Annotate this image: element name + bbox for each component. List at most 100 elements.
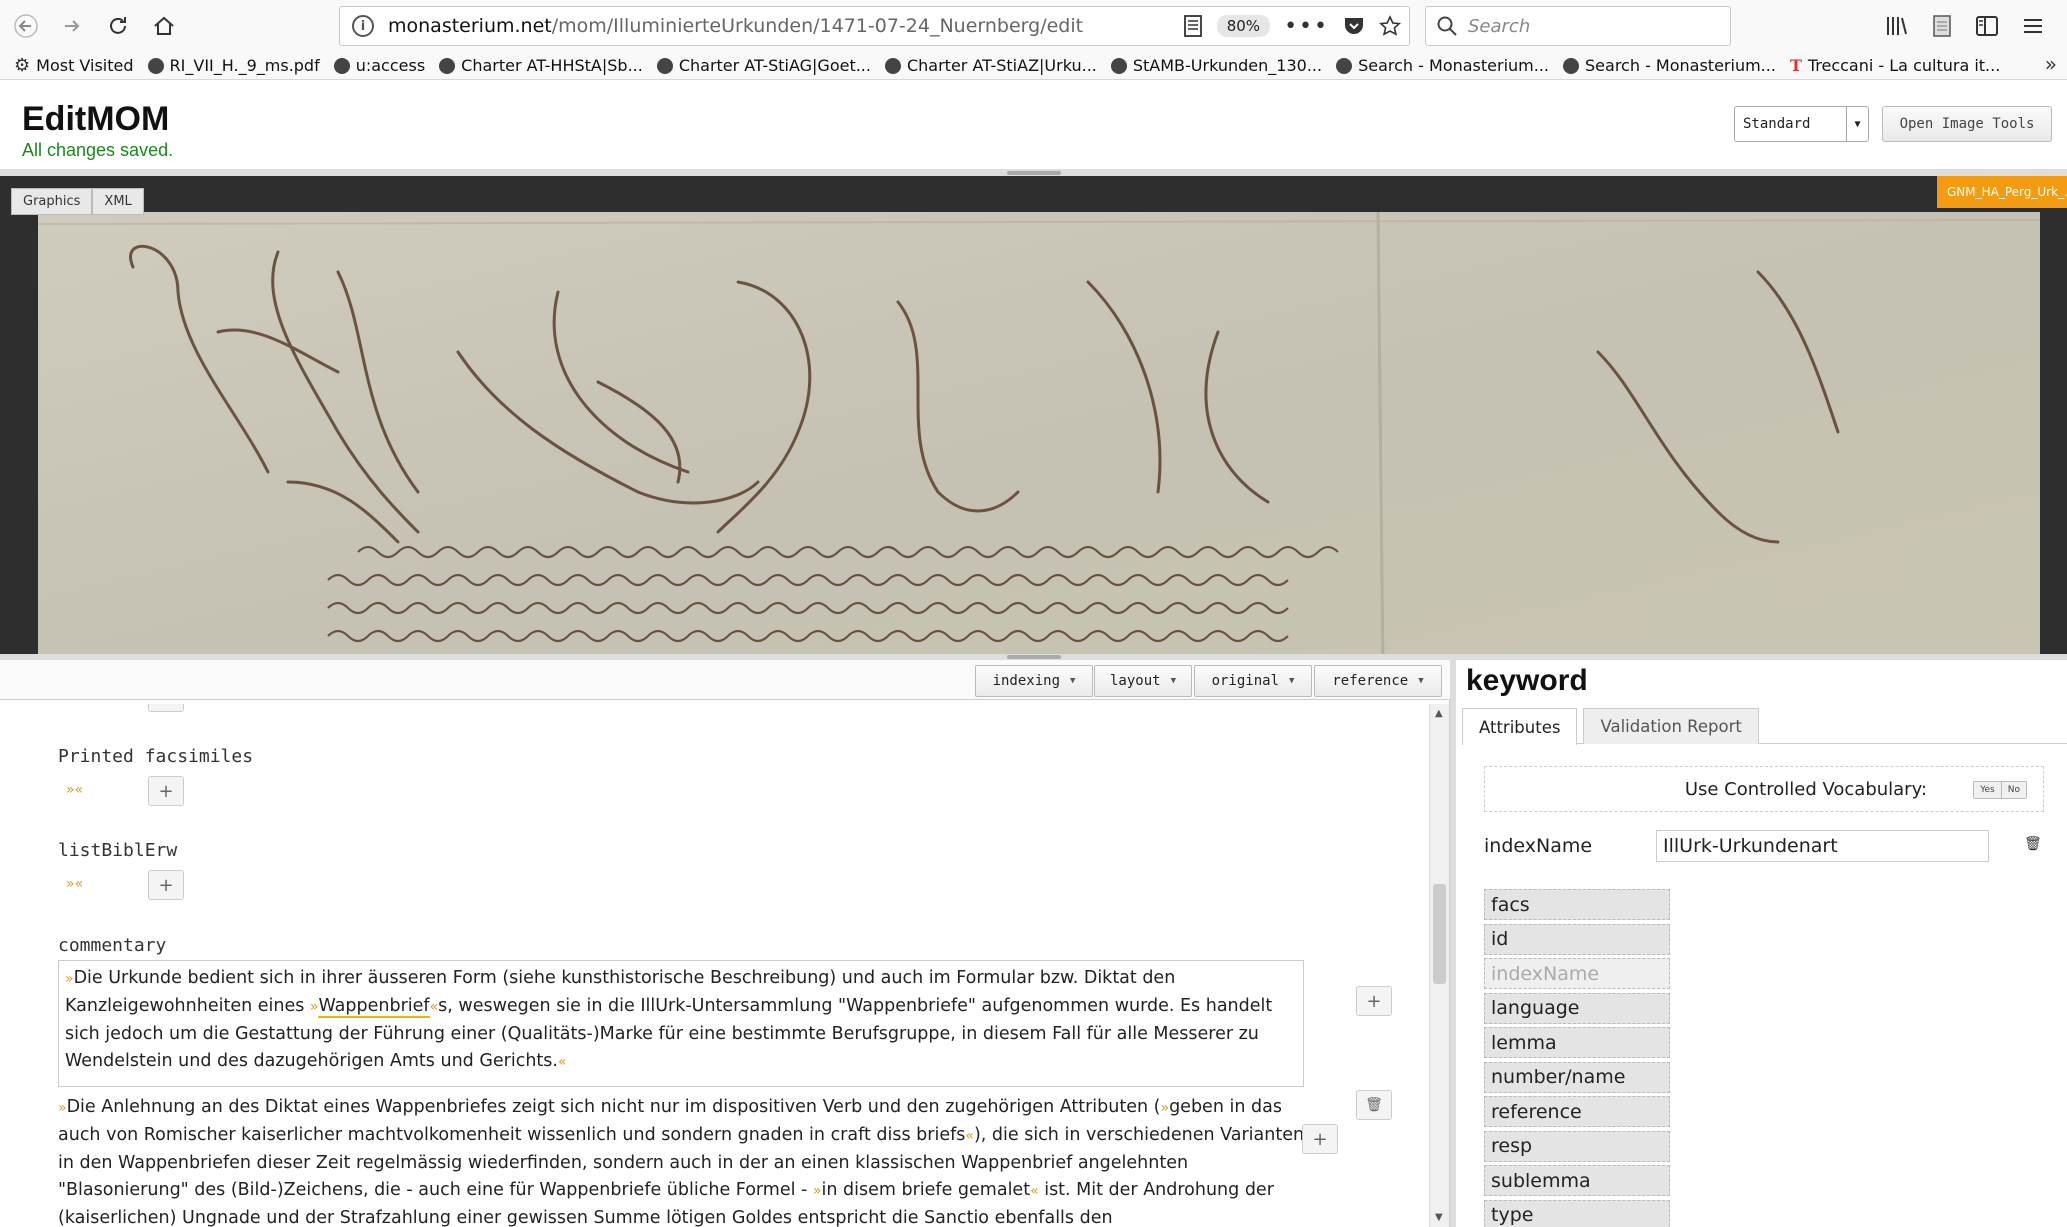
add-button[interactable]: + bbox=[148, 704, 184, 712]
bookmark-most-visited[interactable]: ⚙ Most Visited bbox=[14, 55, 134, 76]
indexing-button[interactable]: indexing ▼ bbox=[975, 665, 1093, 697]
attribute-type[interactable]: type bbox=[1484, 1199, 1670, 1227]
keyword-term[interactable]: Wappenbrief bbox=[318, 996, 430, 1018]
add-printed-facsimile-button[interactable]: + bbox=[148, 776, 184, 806]
reader-view-icon[interactable] bbox=[1183, 15, 1203, 37]
caret-down-icon: ▼ bbox=[1289, 676, 1295, 686]
indexname-input[interactable]: IllUrk-Urkundenart bbox=[1656, 830, 1989, 862]
bookmark-item[interactable]: Charter AT-StiAZ|Urku... bbox=[884, 56, 1097, 75]
sidebar-icon[interactable] bbox=[1975, 14, 1999, 38]
empty-value-marker[interactable]: »« bbox=[66, 782, 83, 798]
original-button[interactable]: original ▼ bbox=[1194, 665, 1312, 697]
editor-scrollbar[interactable]: ▲ ▼ bbox=[1429, 704, 1449, 1227]
commentary-text: Die Anlehnung an des Diktat eines Wappen… bbox=[66, 1097, 1161, 1117]
url-text[interactable]: monasterium.net/mom/IlluminierteUrkunden… bbox=[388, 15, 1083, 37]
library-icon[interactable] bbox=[1885, 14, 1909, 38]
scroll-up-arrow-icon[interactable]: ▲ bbox=[1435, 708, 1443, 719]
attribute-reference[interactable]: reference bbox=[1484, 1096, 1670, 1127]
element-title: keyword bbox=[1466, 664, 1588, 697]
globe-icon bbox=[884, 57, 901, 74]
add-commentary-button[interactable]: + bbox=[1356, 986, 1392, 1016]
menu-icon[interactable] bbox=[2021, 14, 2045, 38]
attribute-resp[interactable]: resp bbox=[1484, 1130, 1670, 1162]
bookmark-item[interactable]: Search - Monasterium... bbox=[1563, 56, 1776, 75]
reader-icon[interactable] bbox=[1931, 14, 1953, 38]
quote-open-marker: » bbox=[65, 971, 74, 987]
controlled-vocabulary-row: Use Controlled Vocabulary: Yes No bbox=[1484, 766, 2044, 812]
bookmark-label: Search - Monasterium... bbox=[1358, 56, 1550, 75]
bookmark-item[interactable]: u:access bbox=[333, 56, 425, 75]
bookmark-label: Treccani - La cultura it... bbox=[1807, 56, 2001, 75]
scrollbar-thumb[interactable] bbox=[1433, 884, 1446, 984]
image-filename-badge: GNM_HA_Perg_Urk_.jpg bbox=[1937, 176, 2067, 208]
attribute-id[interactable]: id bbox=[1484, 923, 1670, 955]
browser-nav-bar: i monasterium.net/mom/IlluminierteUrkund… bbox=[0, 0, 2067, 52]
image-viewer[interactable]: Graphics XML GNM_HA_Perg_Urk_.jpg bbox=[0, 176, 2067, 654]
add-bibl-button[interactable]: + bbox=[148, 870, 184, 900]
forward-arrow-icon[interactable] bbox=[52, 6, 92, 46]
bookmark-label: Most Visited bbox=[36, 56, 134, 75]
quote-open-marker: » bbox=[1160, 1100, 1170, 1116]
search-input[interactable]: Search bbox=[1425, 6, 1731, 46]
viewer-tabs: Graphics XML bbox=[11, 188, 144, 215]
back-arrow-icon[interactable] bbox=[6, 6, 46, 46]
app-title: EditMOM bbox=[22, 100, 170, 138]
scroll-down-arrow-icon[interactable]: ▼ bbox=[1435, 1212, 1443, 1223]
tab-validation-report[interactable]: Validation Report bbox=[1583, 708, 1759, 744]
bookmark-label: Charter AT-StiAZ|Urku... bbox=[906, 56, 1097, 75]
globe-icon bbox=[656, 57, 673, 74]
bookmark-item[interactable]: StAMB-Urkunden_130... bbox=[1110, 56, 1322, 75]
vocab-yes-option[interactable]: Yes bbox=[1974, 782, 2001, 798]
editor-content[interactable]: + Printed facsimiles »« + listBiblErw »«… bbox=[0, 704, 1428, 1227]
field-label-commentary: commentary bbox=[58, 935, 167, 956]
view-select[interactable]: Standard ▼ bbox=[1734, 106, 1869, 142]
home-icon[interactable] bbox=[144, 6, 184, 46]
attribute-facs[interactable]: facs bbox=[1484, 889, 1670, 920]
tab-graphics[interactable]: Graphics bbox=[11, 188, 93, 215]
reload-icon[interactable] bbox=[98, 6, 138, 46]
tab-attributes[interactable]: Attributes bbox=[1462, 708, 1578, 745]
caret-down-icon: ▼ bbox=[1170, 676, 1176, 686]
add-commentary-button[interactable]: + bbox=[1302, 1124, 1338, 1154]
trash-icon[interactable]: 🗑 bbox=[2024, 836, 2042, 852]
reference-button[interactable]: reference ▼ bbox=[1314, 665, 1442, 697]
bookmark-item[interactable]: Charter AT-StiAG|Goet... bbox=[656, 56, 871, 75]
attribute-lemma[interactable]: lemma bbox=[1484, 1027, 1670, 1058]
attribute-language[interactable]: language bbox=[1484, 992, 1670, 1024]
bookmark-item[interactable]: T Treccani - La cultura it... bbox=[1790, 56, 2000, 75]
attribute-list: facs id indexName language lemma number/… bbox=[1484, 889, 1670, 1227]
info-icon[interactable]: i bbox=[352, 15, 374, 37]
bookmark-star-icon[interactable] bbox=[1379, 15, 1401, 37]
chevron-right-icon[interactable]: » bbox=[2045, 52, 2057, 76]
bookmark-item[interactable]: RI_VII_H._9_ms.pdf bbox=[147, 56, 320, 75]
field-label-listbiblerw: listBiblErw bbox=[58, 840, 178, 861]
attributes-panel: keyword Attributes Validation Report Use… bbox=[1456, 660, 2067, 1227]
empty-value-marker[interactable]: »« bbox=[66, 876, 83, 892]
delete-commentary-button[interactable]: 🗑 bbox=[1356, 1090, 1392, 1120]
zoom-level[interactable]: 80% bbox=[1216, 15, 1271, 37]
editor-toolbar: indexing ▼ layout ▼ original ▼ reference ▼ bbox=[0, 660, 1450, 700]
view-select-value: Standard bbox=[1743, 116, 1811, 132]
page-actions-icon[interactable]: ••• bbox=[1284, 14, 1329, 39]
bookmark-label: Search - Monasterium... bbox=[1585, 56, 1776, 75]
search-placeholder: Search bbox=[1468, 15, 1531, 37]
url-bar[interactable]: i monasterium.net/mom/IlluminierteUrkund… bbox=[339, 6, 1410, 46]
commentary-paragraph-1[interactable]: »Die Urkunde bedient sich in ihrer äusse… bbox=[58, 960, 1304, 1087]
vocab-no-option[interactable]: No bbox=[2000, 782, 2026, 798]
tab-xml[interactable]: XML bbox=[92, 188, 144, 215]
quote-close-marker: « bbox=[1030, 1183, 1039, 1199]
attribute-number-name[interactable]: number/name bbox=[1484, 1061, 1670, 1093]
bookmark-item[interactable]: Search - Monasterium... bbox=[1336, 56, 1549, 75]
attribute-sublemma[interactable]: sublemma bbox=[1484, 1165, 1670, 1196]
bookmark-item[interactable]: Charter AT-HHStA|Sb... bbox=[439, 56, 643, 75]
attribute-indexname: indexName bbox=[1484, 958, 1670, 989]
open-image-tools-button[interactable]: Open Image Tools bbox=[1882, 106, 2052, 142]
quote-open-marker: » bbox=[812, 1183, 822, 1199]
layout-button[interactable]: layout ▼ bbox=[1094, 665, 1192, 697]
commentary-paragraph-2[interactable]: »Die Anlehnung an des Diktat eines Wappe… bbox=[58, 1094, 1308, 1227]
layout-label: layout bbox=[1110, 673, 1161, 689]
controlled-vocabulary-toggle[interactable]: Yes No bbox=[1973, 781, 2027, 799]
pocket-icon[interactable] bbox=[1343, 15, 1365, 37]
globe-icon bbox=[1336, 57, 1353, 74]
quote-open-marker: » bbox=[58, 1100, 67, 1116]
